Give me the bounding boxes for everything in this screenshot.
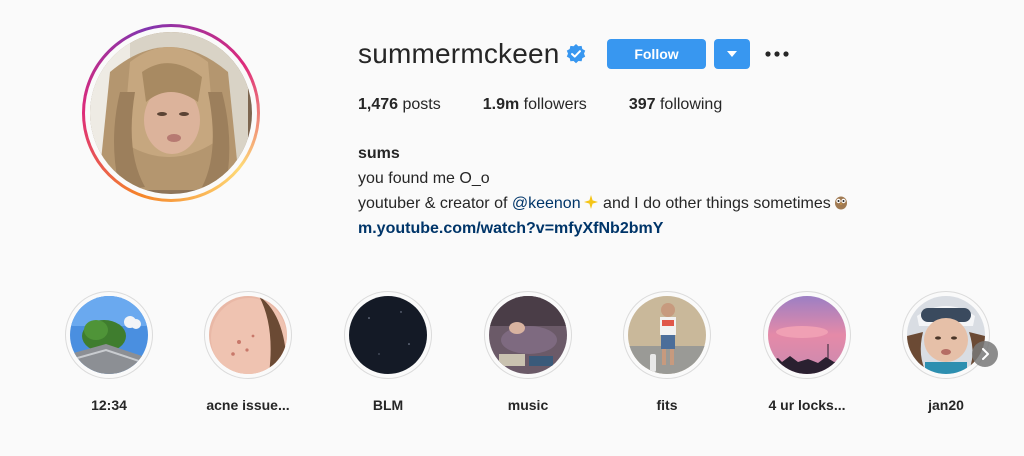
bio-line-2-suffix: and I do other things sometimes <box>598 195 831 212</box>
highlight-ring <box>65 291 153 379</box>
mention-link[interactable]: @keenon <box>512 195 581 212</box>
owl-emoji-icon <box>834 196 847 210</box>
highlight-label: BLM <box>372 397 404 413</box>
highlight-label: music <box>507 397 549 413</box>
highlight-cover-sunset <box>768 296 846 374</box>
followers-count: 1.9m <box>482 96 520 113</box>
highlight-ring <box>204 291 292 379</box>
avatar-gap <box>85 27 257 199</box>
highlight-cover-fits <box>628 296 706 374</box>
following-count: 397 <box>628 96 656 113</box>
caret-down-icon <box>727 51 737 57</box>
highlight-cover-skin <box>209 296 287 374</box>
highlight-item[interactable]: acne issue... <box>188 291 308 413</box>
external-link[interactable]: m.youtube.com/watch?v=mfyXfNb2bmY <box>358 220 663 237</box>
verified-badge-icon <box>566 44 586 64</box>
highlight-cover-selfie <box>907 296 985 374</box>
highlight-ring <box>344 291 432 379</box>
follow-button[interactable]: Follow <box>607 39 706 69</box>
bio-line-1: you found me O_o <box>358 170 490 187</box>
username: summermckeen <box>358 38 560 69</box>
highlight-cover-night <box>349 296 427 374</box>
options-button[interactable] <box>764 42 790 66</box>
bio-line-2-prefix: youtuber & creator of <box>358 195 512 212</box>
highlight-label: 4 ur locks... <box>768 397 846 413</box>
chevron-right-icon <box>982 348 989 360</box>
highlight-label: fits <box>656 397 678 413</box>
posts-count: 1,476 <box>358 96 399 113</box>
profile-bio: sums you found me O_o youtuber & creator… <box>358 141 849 241</box>
profile-stats: 1,476 posts 1.9m followers 397 following <box>358 96 764 114</box>
followers-label: followers <box>523 96 587 113</box>
highlight-item[interactable]: 12:34 <box>49 291 169 413</box>
following-label: following <box>659 96 723 113</box>
highlight-item[interactable]: music <box>468 291 588 413</box>
highlight-cover-sky <box>70 296 148 374</box>
highlight-item[interactable]: BLM <box>328 291 448 413</box>
highlight-ring <box>623 291 711 379</box>
highlight-label: jan20 <box>928 397 964 413</box>
followers-link[interactable]: 1.9m followers <box>483 96 587 114</box>
highlight-ring <box>902 291 990 379</box>
ellipsis-icon <box>765 51 789 57</box>
highlight-ring <box>763 291 851 379</box>
bio-line-2: youtuber & creator of @keenon and I do o… <box>358 191 849 216</box>
highlights-next-button[interactable] <box>972 341 998 367</box>
suggested-accounts-button[interactable] <box>714 39 750 69</box>
avatar-photo <box>90 32 252 194</box>
highlight-ring <box>484 291 572 379</box>
highlight-label: acne issue... <box>206 397 290 413</box>
sparkle-emoji-icon <box>583 195 598 209</box>
highlight-cover-music <box>489 296 567 374</box>
posts-stat: 1,476 posts <box>358 96 441 114</box>
following-link[interactable]: 397 following <box>629 96 722 114</box>
avatar-illustration <box>90 32 248 190</box>
highlight-label: 12:34 <box>91 397 127 413</box>
highlight-item[interactable]: 4 ur locks... <box>747 291 867 413</box>
posts-label: posts <box>402 96 441 113</box>
highlight-item[interactable]: fits <box>607 291 727 413</box>
profile-avatar[interactable] <box>82 24 260 202</box>
display-name: sums <box>358 145 400 162</box>
